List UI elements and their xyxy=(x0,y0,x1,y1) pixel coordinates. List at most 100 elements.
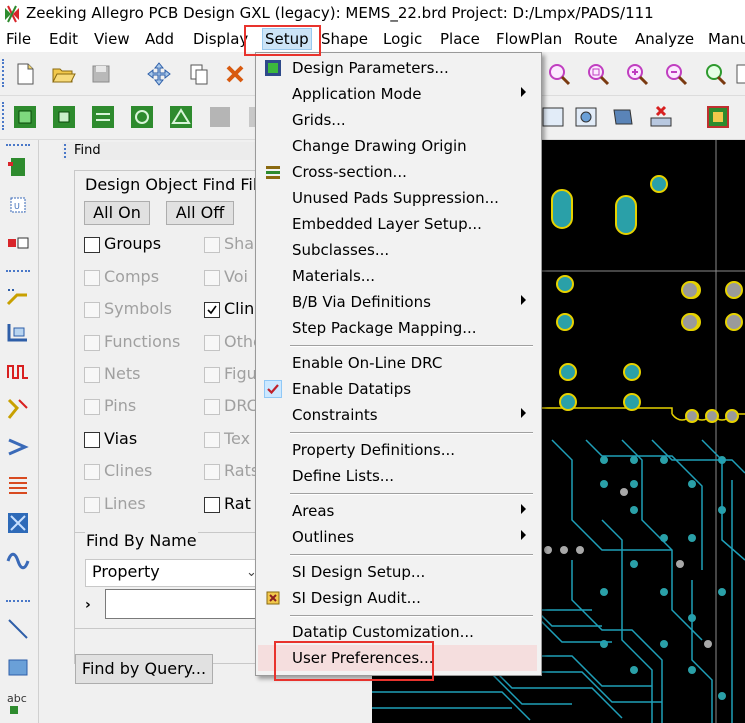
menu-logic[interactable]: Logic xyxy=(383,29,422,49)
delay-tune-icon[interactable] xyxy=(5,358,31,384)
menu-separator xyxy=(290,615,533,617)
title-bar: Zeeking Allegro PCB Design GXL (legacy):… xyxy=(0,0,745,27)
menu-item-subclasses[interactable]: Subclasses... xyxy=(258,237,537,263)
manual-place-icon[interactable] xyxy=(12,104,38,130)
menu-view[interactable]: View xyxy=(94,29,130,49)
find-by-name-title: Find By Name xyxy=(85,531,198,551)
rotate-icon[interactable] xyxy=(129,104,155,130)
rectangle-icon[interactable] xyxy=(540,104,566,130)
slide-icon[interactable] xyxy=(5,320,31,346)
place-symbol-icon[interactable]: U xyxy=(5,192,31,218)
menu-item-si-design-audit[interactable]: SI Design Audit... xyxy=(258,585,537,611)
menu-item-define-lists[interactable]: Define Lists... xyxy=(258,463,537,489)
user-preferences-highlight-box xyxy=(274,641,434,681)
menu-flowplan[interactable]: FlowPlan xyxy=(496,29,562,49)
swap-components-icon[interactable] xyxy=(90,104,116,130)
find-panel-title: Find xyxy=(74,143,101,158)
svg-text:U: U xyxy=(14,202,20,211)
menu-item-areas[interactable]: Areas xyxy=(258,498,537,524)
save-icon[interactable] xyxy=(88,61,114,87)
menu-item-embedded-layer-setup[interactable]: Embedded Layer Setup... xyxy=(258,211,537,237)
submenu-arrow-icon xyxy=(521,530,526,540)
menu-place[interactable]: Place xyxy=(440,29,480,49)
all-off-button[interactable]: All Off xyxy=(166,201,234,225)
cross-section-icon xyxy=(266,166,280,179)
auto-route-icon[interactable] xyxy=(5,510,31,536)
add-line-icon[interactable] xyxy=(5,616,31,642)
place-component-icon[interactable] xyxy=(5,154,31,180)
disabled-tool-icon xyxy=(207,104,233,130)
move-icon[interactable] xyxy=(146,61,172,87)
route-wave-icon[interactable] xyxy=(5,548,31,574)
menu-shape[interactable]: Shape xyxy=(321,29,368,49)
menu-item-si-design-setup[interactable]: SI Design Setup... xyxy=(258,559,537,585)
find-by-name-type-select[interactable]: Property ⌄ xyxy=(85,559,267,587)
quick-place-icon[interactable] xyxy=(51,104,77,130)
place-part-icon[interactable] xyxy=(5,230,31,256)
add-text-marker xyxy=(10,706,18,714)
submenu-arrow-icon xyxy=(521,87,526,97)
menu-item-outlines[interactable]: Outlines xyxy=(258,524,537,550)
setup-menu-highlight-box xyxy=(244,25,321,56)
menu-add[interactable]: Add xyxy=(145,29,174,49)
menu-analyze[interactable]: Analyze xyxy=(635,29,694,49)
checkmark-icon xyxy=(264,380,282,398)
add-connect-icon[interactable] xyxy=(5,282,31,308)
add-rect-icon[interactable] xyxy=(5,654,31,680)
menu-item-step-package-mapping[interactable]: Step Package Mapping... xyxy=(258,315,537,341)
redraw-icon[interactable] xyxy=(735,61,745,87)
setup-dropdown-menu: Design Parameters... Application Mode Gr… xyxy=(255,52,542,676)
zoom-points-icon[interactable] xyxy=(585,61,611,87)
design-parameters-icon xyxy=(265,60,281,76)
submenu-arrow-icon xyxy=(521,295,526,305)
menu-item-application-mode[interactable]: Application Mode xyxy=(258,81,537,107)
allegro-app-icon[interactable] xyxy=(3,5,21,23)
find-by-query-button[interactable]: Find by Query... xyxy=(75,654,213,684)
menu-item-bb-via-definitions[interactable]: B/B Via Definitions xyxy=(258,289,537,315)
menu-display[interactable]: Display xyxy=(193,29,248,49)
zoom-previous-icon[interactable] xyxy=(702,61,728,87)
submenu-arrow-icon xyxy=(521,504,526,514)
menu-item-unused-pads-suppression[interactable]: Unused Pads Suppression... xyxy=(258,185,537,211)
fanout-icon[interactable] xyxy=(5,472,31,498)
menu-bar: File Edit View Add Display Setup Shape L… xyxy=(0,27,745,52)
zoom-out-icon[interactable] xyxy=(663,61,689,87)
zoom-fit-icon[interactable] xyxy=(546,61,572,87)
new-file-icon[interactable] xyxy=(12,61,38,87)
menu-item-constraints[interactable]: Constraints xyxy=(258,402,537,428)
menu-item-enable-online-drc[interactable]: Enable On-Line DRC xyxy=(258,350,537,376)
menu-item-materials[interactable]: Materials... xyxy=(258,263,537,289)
menu-item-enable-datatips[interactable]: Enable Datatips xyxy=(258,376,537,402)
circle-shape-icon[interactable] xyxy=(573,104,599,130)
vertex-icon[interactable] xyxy=(5,434,31,460)
menu-edit[interactable]: Edit xyxy=(49,29,78,49)
delete-icon[interactable] xyxy=(222,61,248,87)
menu-separator xyxy=(290,345,533,347)
board-icon[interactable] xyxy=(705,104,731,130)
zoom-in-icon[interactable] xyxy=(624,61,650,87)
all-on-button[interactable]: All On xyxy=(84,201,150,225)
menu-item-grids[interactable]: Grids... xyxy=(258,107,537,133)
menu-item-property-definitions[interactable]: Property Definitions... xyxy=(258,437,537,463)
menu-item-design-parameters[interactable]: Design Parameters... xyxy=(258,55,537,81)
menu-file[interactable]: File xyxy=(6,29,31,49)
custom-smooth-icon[interactable] xyxy=(5,396,31,422)
find-by-name-input[interactable] xyxy=(105,589,277,619)
menu-separator xyxy=(290,554,533,556)
mirror-icon[interactable] xyxy=(168,104,194,130)
chevron-right-icon[interactable]: › xyxy=(85,597,91,613)
shape-fill-icon[interactable] xyxy=(610,104,636,130)
copy-icon[interactable] xyxy=(186,61,212,87)
menu-manufacture[interactable]: Manu xyxy=(708,29,745,49)
find-filter-title: Design Object Find Filt xyxy=(84,175,265,195)
si-audit-icon xyxy=(266,591,280,605)
menu-separator xyxy=(290,432,533,434)
menu-route[interactable]: Route xyxy=(574,29,618,49)
menu-separator xyxy=(290,493,533,495)
add-text-icon[interactable]: abc xyxy=(7,692,27,705)
open-folder-icon[interactable] xyxy=(50,61,76,87)
menu-item-cross-section[interactable]: Cross-section... xyxy=(258,159,537,185)
delete-shape-icon[interactable] xyxy=(648,104,674,130)
left-vertical-toolbar: U abc xyxy=(0,140,39,723)
menu-item-change-drawing-origin[interactable]: Change Drawing Origin xyxy=(258,133,537,159)
